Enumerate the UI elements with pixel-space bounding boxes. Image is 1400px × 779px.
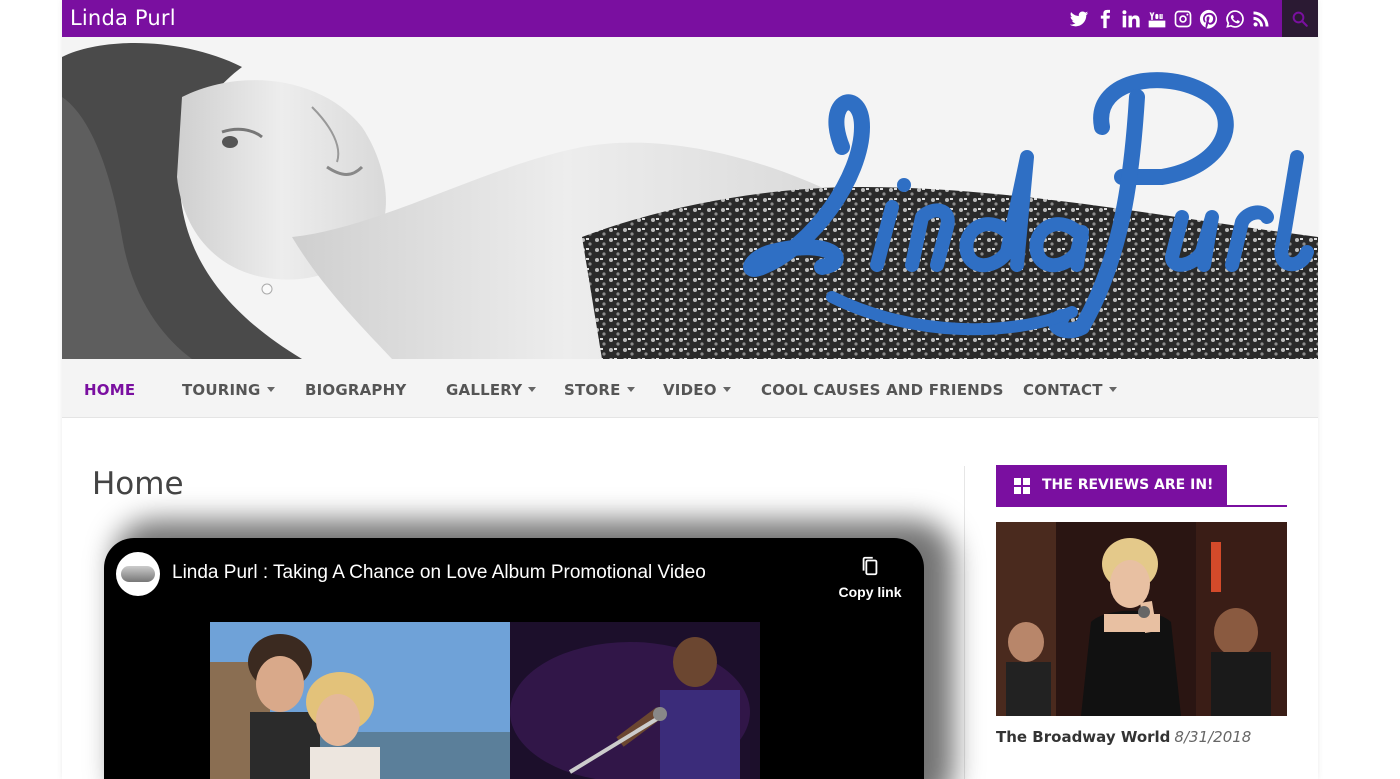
nav-store[interactable]: STORE xyxy=(564,359,635,418)
page-title: Home xyxy=(92,466,184,502)
rss-icon[interactable] xyxy=(1250,7,1272,31)
page-container: Linda Purl HOME TOURING BIOGRAPHY GALLER… xyxy=(62,0,1318,779)
nav-contact[interactable]: CONTACT xyxy=(1023,359,1117,418)
site-title-link[interactable]: Linda Purl xyxy=(70,6,176,30)
nav-video[interactable]: VIDEO xyxy=(663,359,731,418)
channel-avatar[interactable] xyxy=(116,552,160,596)
pinterest-icon[interactable] xyxy=(1198,7,1220,31)
content-divider xyxy=(964,466,965,779)
facebook-icon[interactable] xyxy=(1094,7,1116,31)
review-caption: The Broadway World 8/31/2018 xyxy=(996,728,1251,746)
nav-biography[interactable]: BIOGRAPHY xyxy=(305,359,406,418)
review-source-link[interactable]: The Broadway World xyxy=(996,728,1170,746)
chevron-down-icon xyxy=(266,387,275,392)
instagram-icon[interactable] xyxy=(1172,7,1194,31)
review-image[interactable] xyxy=(996,522,1287,716)
copy-icon xyxy=(862,556,878,576)
whatsapp-icon[interactable] xyxy=(1224,7,1246,31)
chevron-down-icon xyxy=(528,387,537,392)
search-icon xyxy=(1292,11,1308,27)
video-title[interactable]: Linda Purl : Taking A Chance on Love Alb… xyxy=(172,562,706,584)
video-thumbnail-right xyxy=(510,622,760,779)
twitter-icon[interactable] xyxy=(1068,7,1090,31)
review-date: 8/31/2018 xyxy=(1174,728,1252,746)
reviews-widget-title: THE REVIEWS ARE IN! xyxy=(996,465,1228,506)
nav-cool-causes[interactable]: COOL CAUSES AND FRIENDS xyxy=(761,359,1004,418)
chevron-down-icon xyxy=(626,387,635,392)
video-thumbnail-left xyxy=(210,622,510,779)
header-photo xyxy=(62,37,1318,359)
nav-gallery[interactable]: GALLERY xyxy=(446,359,537,418)
youtube-icon[interactable] xyxy=(1146,7,1168,31)
chevron-down-icon xyxy=(1108,387,1117,392)
main-nav: HOME TOURING BIOGRAPHY GALLERY STORE VID… xyxy=(62,359,1318,418)
header-banner[interactable] xyxy=(62,37,1318,359)
linkedin-icon[interactable] xyxy=(1120,7,1142,31)
top-bar: Linda Purl xyxy=(62,0,1318,37)
grid-icon xyxy=(1014,478,1030,494)
social-links xyxy=(1068,6,1272,32)
chevron-down-icon xyxy=(722,387,731,392)
nav-home[interactable]: HOME xyxy=(84,359,135,418)
search-button[interactable] xyxy=(1282,0,1318,37)
nav-touring[interactable]: TOURING xyxy=(182,359,275,418)
widget-underline xyxy=(996,505,1287,507)
youtube-video-embed[interactable]: Linda Purl : Taking A Chance on Love Alb… xyxy=(104,538,924,779)
copy-link-button[interactable]: Copy link xyxy=(830,554,910,600)
